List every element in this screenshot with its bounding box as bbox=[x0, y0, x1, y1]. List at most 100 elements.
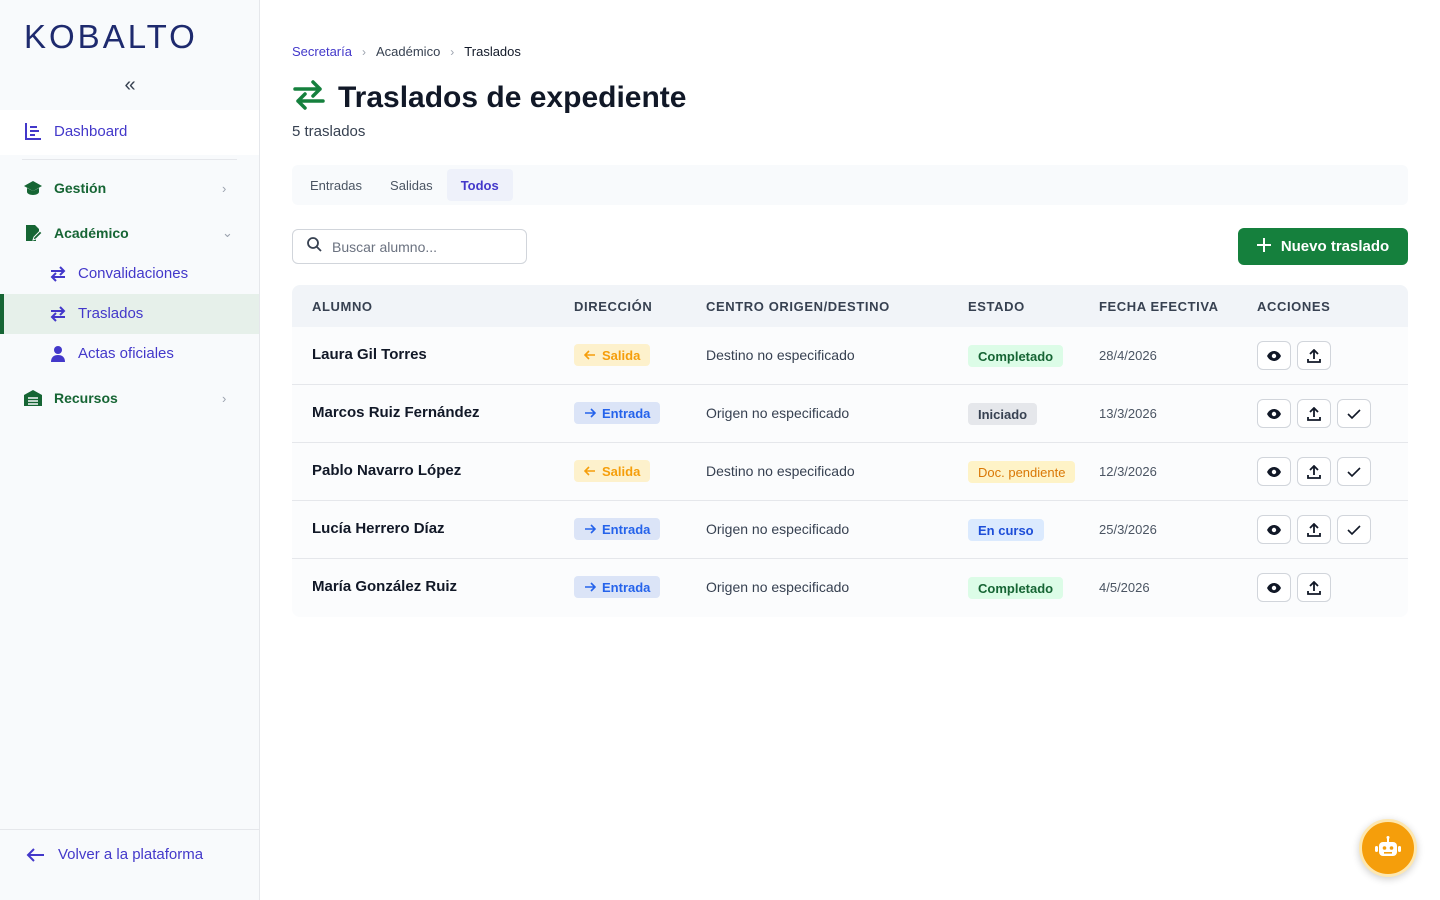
direction-label: Entrada bbox=[602, 405, 651, 421]
column-header: ACCIONES bbox=[1257, 299, 1331, 314]
robot-icon bbox=[1375, 836, 1401, 856]
student-name: Laura Gil Torres bbox=[312, 346, 427, 363]
check-icon bbox=[1347, 408, 1361, 419]
direction-badge: Salida bbox=[574, 460, 651, 482]
view-button[interactable] bbox=[1257, 573, 1291, 602]
view-button[interactable] bbox=[1257, 515, 1291, 544]
sidebar-item-label: Dashboard bbox=[54, 122, 128, 140]
table-row[interactable]: Marcos Ruiz Fernández Entrada Origen no … bbox=[292, 385, 1408, 443]
sidebar-item-gestion[interactable]: Gestión › bbox=[0, 168, 259, 208]
page-header: Traslados de expediente bbox=[292, 80, 686, 115]
chevron-right-icon: › bbox=[450, 44, 455, 59]
assistant-bot-button[interactable] bbox=[1359, 819, 1417, 877]
column-header[interactable]: FECHA EFECTIVA bbox=[1099, 299, 1219, 314]
table-row[interactable]: María González Ruiz Entrada Origen no es… bbox=[292, 559, 1408, 617]
sidebar-subitem-traslados[interactable]: Traslados bbox=[0, 294, 259, 334]
upload-button[interactable] bbox=[1297, 341, 1331, 370]
tab-salidas[interactable]: Salidas bbox=[376, 169, 447, 201]
center-cell: Destino no especificado bbox=[706, 463, 855, 479]
upload-icon bbox=[1307, 348, 1321, 363]
collapse-sidebar-icon[interactable]: « bbox=[120, 74, 140, 98]
direction-cell: Entrada bbox=[574, 518, 661, 540]
search-input[interactable] bbox=[332, 238, 512, 255]
upload-button[interactable] bbox=[1297, 457, 1331, 486]
check-icon bbox=[1347, 524, 1361, 535]
sidebar-subitem-label: Convalidaciones bbox=[78, 265, 189, 282]
status-badge: Completado bbox=[968, 345, 1064, 367]
table-row[interactable]: Lucía Herrero Díaz Entrada Origen no esp… bbox=[292, 501, 1408, 559]
view-button[interactable] bbox=[1257, 399, 1291, 428]
direction-cell: Salida bbox=[574, 344, 651, 366]
direction-cell: Salida bbox=[574, 460, 651, 482]
sidebar-item-label: Recursos bbox=[54, 390, 118, 406]
column-header[interactable]: ALUMNO bbox=[312, 299, 373, 314]
upload-button[interactable] bbox=[1297, 573, 1331, 602]
upload-icon bbox=[1307, 406, 1321, 421]
column-header[interactable]: DIRECCIÓN bbox=[574, 299, 652, 314]
arrow-right-icon bbox=[585, 524, 596, 534]
student-name: María González Ruiz bbox=[312, 578, 458, 595]
sidebar-item-label: Gestión bbox=[54, 180, 107, 196]
check-icon bbox=[1347, 466, 1361, 477]
upload-button[interactable] bbox=[1297, 515, 1331, 544]
student-name: Marcos Ruiz Fernández bbox=[312, 404, 480, 421]
status-cell: Completado bbox=[968, 577, 1064, 599]
eye-icon bbox=[1267, 582, 1281, 593]
sidebar-subitem-label: Traslados bbox=[78, 305, 144, 322]
breadcrumb-current: Traslados bbox=[464, 44, 521, 59]
status-badge: En curso bbox=[968, 519, 1044, 541]
view-button[interactable] bbox=[1257, 341, 1291, 370]
center-cell: Destino no especificado bbox=[706, 347, 855, 363]
chevron-right-icon: › bbox=[361, 44, 366, 59]
table-row[interactable]: Laura Gil Torres Salida Destino no espec… bbox=[292, 327, 1408, 385]
sidebar-item-academico[interactable]: Académico ⌄ bbox=[0, 213, 259, 253]
actions-cell bbox=[1257, 457, 1371, 486]
approve-button[interactable] bbox=[1337, 515, 1371, 544]
sidebar-subitem-convalidaciones[interactable]: Convalidaciones bbox=[0, 254, 259, 294]
actions-cell bbox=[1257, 341, 1331, 370]
arrow-left-icon bbox=[24, 844, 46, 866]
breadcrumb-academico[interactable]: Académico bbox=[376, 44, 440, 59]
tab-todos[interactable]: Todos bbox=[446, 169, 513, 201]
plus-icon bbox=[1256, 237, 1271, 256]
direction-badge: Entrada bbox=[574, 576, 661, 598]
direction-label: Entrada bbox=[602, 521, 651, 537]
divider bbox=[22, 159, 237, 160]
date-cell: 4/5/2026 bbox=[1099, 580, 1150, 595]
column-header[interactable]: CENTRO ORIGEN/DESTINO bbox=[706, 299, 890, 314]
view-button[interactable] bbox=[1257, 457, 1291, 486]
upload-button[interactable] bbox=[1297, 399, 1331, 428]
direction-badge: Entrada bbox=[574, 518, 661, 540]
sidebar-item-dashboard[interactable]: Dashboard bbox=[0, 111, 259, 151]
back-to-platform-link[interactable]: Volver a la plataforma bbox=[0, 829, 259, 900]
book-edit-icon bbox=[22, 222, 44, 244]
graduation-cap-icon bbox=[22, 177, 44, 199]
tab-entradas[interactable]: Entradas bbox=[296, 169, 376, 201]
arrow-left-icon bbox=[584, 350, 595, 360]
approve-button[interactable] bbox=[1337, 399, 1371, 428]
sidebar-item-recursos[interactable]: Recursos › bbox=[0, 378, 259, 418]
approve-button[interactable] bbox=[1337, 457, 1371, 486]
sidebar-subitem-label: Actas oficiales bbox=[78, 345, 174, 362]
direction-cell: Entrada bbox=[574, 402, 661, 424]
sidebar-subitem-actas[interactable]: Actas oficiales bbox=[0, 334, 259, 374]
status-cell: Doc. pendiente bbox=[968, 461, 1076, 483]
center-cell: Origen no especificado bbox=[706, 579, 850, 595]
arrow-right-icon bbox=[585, 408, 596, 418]
new-transfer-button[interactable]: Nuevo traslado bbox=[1238, 228, 1408, 265]
transfer-arrows-icon bbox=[47, 263, 69, 285]
chevron-down-icon: ⌄ bbox=[222, 225, 233, 240]
status-badge: Doc. pendiente bbox=[968, 461, 1076, 483]
direction-badge: Salida bbox=[574, 344, 651, 366]
back-to-platform-label: Volver a la plataforma bbox=[58, 846, 204, 863]
transfer-arrows-icon bbox=[47, 303, 69, 325]
eye-icon bbox=[1267, 524, 1281, 535]
status-badge: Iniciado bbox=[968, 403, 1038, 425]
app-logo[interactable]: KOBALTO bbox=[24, 18, 198, 56]
status-cell: Iniciado bbox=[968, 403, 1038, 425]
chevron-right-icon: › bbox=[222, 390, 227, 406]
table-row[interactable]: Pablo Navarro López Salida Destino no es… bbox=[292, 443, 1408, 501]
breadcrumb-secretaria[interactable]: Secretaría bbox=[292, 44, 352, 59]
column-header[interactable]: ESTADO bbox=[968, 299, 1025, 314]
sidebar-item-label: Académico bbox=[54, 225, 129, 241]
